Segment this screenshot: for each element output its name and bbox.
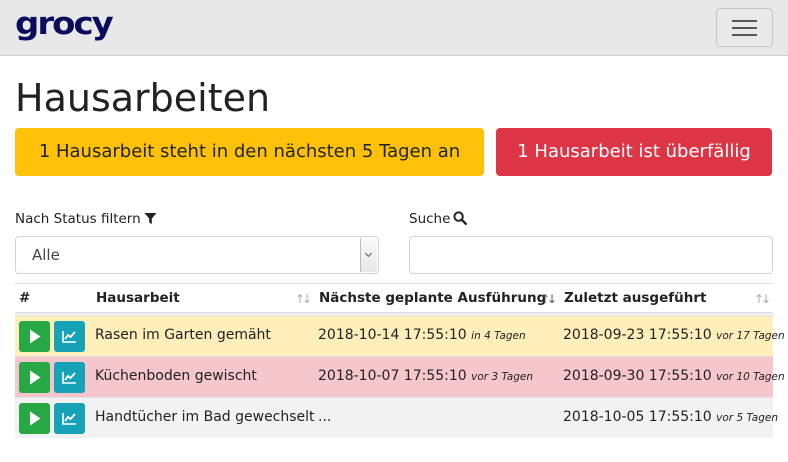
next-execution-date: ... [318,409,332,425]
column-header-number[interactable]: # [19,290,30,306]
hamburger-menu-icon-line [732,34,757,36]
next-execution: 2018-10-07 17:55:10 vor 3 Tagen [318,368,533,384]
status-filter-label: Nach Status filtern [15,210,157,228]
next-execution-relative: vor 3 Tagen [471,371,533,383]
last-executed: 2018-10-05 17:55:10 vor 5 Tagen [563,409,778,425]
sort-icon[interactable]: ↑↓ [295,292,312,306]
play-icon [30,370,41,385]
chore-name: Rasen im Garten gemäht [95,327,271,343]
status-filter-selected-value: Alle [32,246,60,264]
last-executed-relative: vor 10 Tagen [716,371,785,383]
track-execution-button[interactable] [19,321,50,352]
column-header-last-executed[interactable]: Zuletzt ausgeführt [564,290,706,306]
sort-icon[interactable]: ↑↓ [754,292,771,306]
hamburger-menu-icon-line [732,27,757,29]
chore-analysis-button[interactable] [54,321,85,352]
next-execution: 2018-10-14 17:55:10 in 4 Tagen [318,327,526,343]
next-execution: ... [318,409,331,425]
search-label: Suche [409,210,468,228]
chore-analysis-button[interactable] [54,403,85,434]
table-header: # Hausarbeit ↑↓ Nächste geplante Ausführ… [15,283,773,314]
filter-icon [144,213,157,224]
chore-name: Handtücher im Bad gewechselt [95,409,315,425]
play-icon [30,329,41,344]
chart-icon [62,413,76,425]
last-executed-date: 2018-09-23 17:55:10 [563,327,712,343]
search-label-text: Suche [409,211,451,227]
last-executed-relative: vor 5 Tagen [716,412,778,424]
chore-analysis-button[interactable] [54,362,85,393]
last-executed-relative: vor 17 Tagen [716,330,785,342]
hamburger-menu-icon [732,20,757,22]
play-icon [30,411,41,426]
next-execution-date: 2018-10-14 17:55:10 [318,327,467,343]
overdue-filter-button[interactable]: 1 Hausarbeit ist überfällig [496,128,772,176]
search-icon [453,211,468,226]
due-soon-filter-button[interactable]: 1 Hausarbeit steht in den nächsten 5 Tag… [15,128,484,176]
status-filter-label-text: Nach Status filtern [15,211,141,227]
column-header-chore[interactable]: Hausarbeit [96,290,180,306]
next-execution-relative: in 4 Tagen [471,330,526,342]
navbar-toggle-button[interactable] [716,8,773,47]
chart-icon [62,331,76,343]
navbar: grocy [0,0,788,56]
chevron-down-icon[interactable] [360,238,377,272]
page-title: Hausarbeiten [15,76,271,120]
last-executed: 2018-09-23 17:55:10 vor 17 Tagen [563,327,785,343]
table-row: Küchenboden gewischt 2018-10-07 17:55:10… [15,356,785,397]
last-executed-date: 2018-10-05 17:55:10 [563,409,712,425]
table-row: Rasen im Garten gemäht 2018-10-14 17:55:… [15,315,785,356]
next-execution-date: 2018-10-07 17:55:10 [318,368,467,384]
status-filter-select[interactable]: Alle [15,236,379,274]
last-executed-date: 2018-09-30 17:55:10 [563,368,712,384]
track-execution-button[interactable] [19,362,50,393]
search-input[interactable] [409,236,773,274]
chore-name: Küchenboden gewischt [95,368,257,384]
last-executed: 2018-09-30 17:55:10 vor 10 Tagen [563,368,785,384]
chart-icon [62,372,76,384]
table-row: Handtücher im Bad gewechselt ... 2018-10… [15,397,778,438]
column-header-next-execution[interactable]: Nächste geplante Ausführung [319,290,546,306]
grocy-logo[interactable]: grocy [15,6,114,43]
track-execution-button[interactable] [19,403,50,434]
sort-icon[interactable]: ↑↓ [540,292,557,306]
